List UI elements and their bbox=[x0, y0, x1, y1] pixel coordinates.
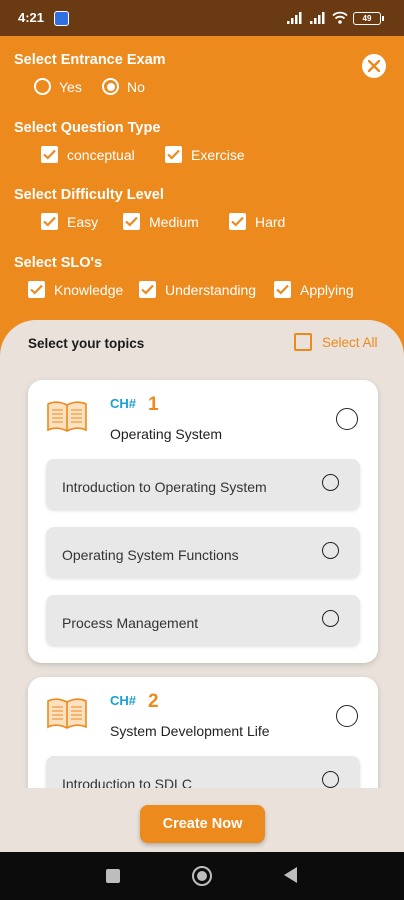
radio-yes-label: Yes bbox=[59, 78, 82, 95]
filter-panel: Select Entrance Exam Yes No Select Quest… bbox=[0, 36, 404, 366]
difficulty-title: Select Difficulty Level bbox=[14, 187, 164, 203]
chapter-card[interactable]: CH# 2 System Development Life Introducti… bbox=[28, 677, 378, 788]
topic-label: Introduction to SDLC bbox=[62, 776, 192, 788]
checkbox-exercise[interactable]: Exercise bbox=[165, 146, 245, 163]
checkbox-exercise-label: Exercise bbox=[191, 146, 245, 163]
topic-radio[interactable] bbox=[322, 542, 339, 559]
select-all-label: Select All bbox=[322, 334, 378, 350]
topic-radio[interactable] bbox=[322, 474, 339, 491]
topic-label: Operating System Functions bbox=[62, 547, 239, 563]
chapter-number: 1 bbox=[148, 394, 159, 415]
radio-unselected-icon bbox=[34, 78, 51, 95]
chapter-radio[interactable] bbox=[336, 705, 358, 727]
checkbox-unchecked-icon bbox=[294, 333, 312, 351]
checkbox-understanding-label: Understanding bbox=[165, 281, 257, 298]
chapter-prefix: CH# bbox=[110, 396, 137, 411]
recent-apps-icon[interactable] bbox=[106, 869, 120, 883]
signal-icon bbox=[310, 12, 325, 24]
slo-title: Select SLO's bbox=[14, 255, 103, 271]
checkbox-conceptual-label: conceptual bbox=[67, 146, 135, 163]
topic-item[interactable]: Process Management bbox=[46, 595, 360, 645]
topic-item[interactable]: Introduction to Operating System bbox=[46, 459, 360, 509]
battery-icon: 49 bbox=[353, 12, 384, 25]
checkbox-hard[interactable]: Hard bbox=[229, 213, 285, 230]
chapter-prefix: CH# bbox=[110, 693, 137, 708]
checkbox-checked-icon bbox=[41, 213, 58, 230]
checkbox-knowledge[interactable]: Knowledge bbox=[28, 281, 123, 298]
checkbox-checked-icon bbox=[28, 281, 45, 298]
home-icon[interactable] bbox=[192, 866, 212, 886]
radio-selected-icon bbox=[102, 78, 119, 95]
chapter-card[interactable]: CH# 1 Operating System Introduction to O… bbox=[28, 380, 378, 663]
checkbox-hard-label: Hard bbox=[255, 213, 286, 230]
checkbox-medium[interactable]: Medium bbox=[123, 213, 199, 230]
checkbox-checked-icon bbox=[274, 281, 291, 298]
wifi-icon bbox=[332, 11, 348, 24]
topic-item[interactable]: Introduction to SDLC bbox=[46, 756, 360, 788]
checkbox-checked-icon bbox=[139, 281, 156, 298]
radio-no-label: No bbox=[127, 78, 145, 95]
topic-label: Introduction to Operating System bbox=[62, 479, 267, 495]
checkbox-understanding[interactable]: Understanding bbox=[139, 281, 256, 298]
topics-sheet[interactable]: Select your topics Select All CH# 1 Oper… bbox=[0, 320, 404, 788]
checkbox-easy-label: Easy bbox=[67, 213, 99, 230]
entrance-exam-title: Select Entrance Exam bbox=[14, 52, 166, 68]
chapter-number: 2 bbox=[148, 691, 159, 712]
checkbox-medium-label: Medium bbox=[149, 213, 199, 230]
checkbox-conceptual[interactable]: conceptual bbox=[41, 146, 135, 163]
checkbox-checked-icon bbox=[41, 146, 58, 163]
checkbox-checked-icon bbox=[123, 213, 140, 230]
checkbox-easy[interactable]: Easy bbox=[41, 213, 98, 230]
chapter-name: Operating System bbox=[110, 426, 223, 442]
app-notification-icon bbox=[54, 11, 69, 26]
book-icon bbox=[47, 698, 87, 729]
checkbox-applying-label: Applying bbox=[300, 281, 354, 298]
chapter-name: System Development Life bbox=[110, 723, 270, 739]
status-bar: 4:21 49 bbox=[0, 0, 404, 36]
topic-radio[interactable] bbox=[322, 610, 339, 627]
back-icon[interactable] bbox=[284, 867, 297, 883]
close-icon bbox=[368, 60, 380, 72]
checkbox-applying[interactable]: Applying bbox=[274, 281, 354, 298]
topic-radio[interactable] bbox=[322, 771, 339, 788]
checkbox-checked-icon bbox=[229, 213, 246, 230]
radio-yes[interactable]: Yes bbox=[34, 78, 82, 95]
radio-no[interactable]: No bbox=[102, 78, 145, 95]
topics-title: Select your topics bbox=[28, 336, 145, 351]
topic-item[interactable]: Operating System Functions bbox=[46, 527, 360, 577]
close-button[interactable] bbox=[362, 54, 386, 78]
checkbox-knowledge-label: Knowledge bbox=[54, 281, 124, 298]
create-now-button[interactable]: Create Now bbox=[140, 805, 265, 843]
book-icon bbox=[47, 401, 87, 432]
checkbox-checked-icon bbox=[165, 146, 182, 163]
topic-label: Process Management bbox=[62, 615, 199, 631]
signal-icon bbox=[287, 12, 302, 24]
status-time: 4:21 bbox=[18, 10, 45, 25]
question-type-title: Select Question Type bbox=[14, 120, 161, 136]
chapter-radio[interactable] bbox=[336, 408, 358, 430]
select-all-checkbox[interactable]: Select All bbox=[294, 333, 378, 351]
